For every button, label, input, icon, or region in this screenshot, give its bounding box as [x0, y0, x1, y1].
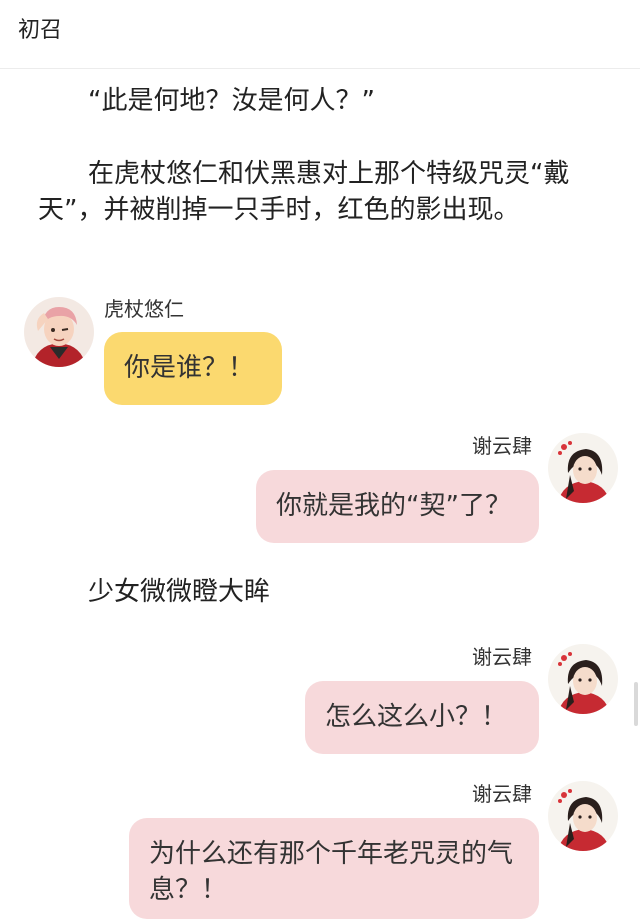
- xie-yunsi-avatar-icon[interactable]: [548, 781, 618, 851]
- sender-name: 谢云肆: [472, 645, 532, 669]
- chat-bubble: 你是谁？！: [104, 332, 282, 405]
- story-paragraph-2: 在虎杖悠仁和伏黑惠对上那个特级咒灵“戴天”，并被削掉一只手时，红色的影出现。: [38, 159, 570, 225]
- chapter-title: 初召: [18, 18, 63, 43]
- xie-yunsi-avatar-icon[interactable]: [548, 644, 618, 714]
- chat-bubble: 怎么这么小？！: [305, 681, 539, 754]
- sender-name: 谢云肆: [472, 434, 532, 458]
- story-paragraph-1: “此是何地？汝是何人？”: [88, 86, 375, 116]
- xie-yunsi-avatar-icon[interactable]: [548, 433, 618, 503]
- scrollbar-thumb[interactable]: [634, 682, 638, 726]
- sender-name: 谢云肆: [472, 782, 532, 806]
- chat-bubble: 你就是我的“契”了？: [256, 470, 539, 543]
- chat-bubble: 为什么还有那个千年老咒灵的气息？！: [129, 818, 539, 919]
- top-bar: 初召: [0, 0, 640, 69]
- story-paragraph-3: 少女微微瞪大眸: [88, 577, 271, 607]
- sender-name: 虎杖悠仁: [104, 297, 184, 321]
- yuji-avatar-icon[interactable]: [24, 297, 94, 367]
